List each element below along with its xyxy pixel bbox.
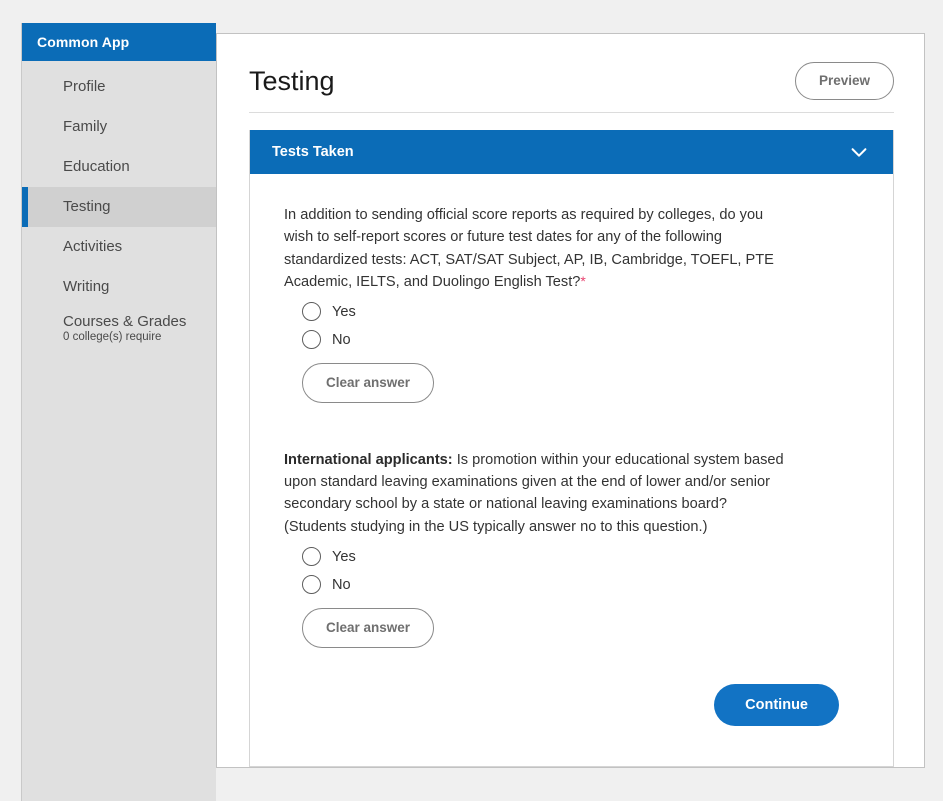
clear-answer-button[interactable]: Clear answer [302, 363, 434, 403]
tests-taken-panel-header[interactable]: Tests Taken [250, 130, 893, 174]
brand-title: Common App [37, 34, 129, 50]
sidebar-item-courses-and-grades[interactable]: Courses & Grades 0 college(s) require [22, 307, 216, 351]
radio-option-label: No [332, 577, 351, 593]
sidebar-item-family[interactable]: Family [22, 107, 216, 147]
page-header: Testing Preview [217, 34, 924, 106]
sidebar: Common App Profile Family Education Test… [21, 23, 216, 801]
question-international-applicants: International applicants: Is promotion w… [284, 449, 859, 648]
question-text: In addition to sending official score re… [284, 204, 789, 293]
panel-footer: Continue [284, 654, 859, 741]
radio-mark[interactable] [302, 330, 321, 349]
radio-mark[interactable] [302, 547, 321, 566]
sidebar-item-label: Courses & Grades [63, 313, 216, 330]
radio-option-label: Yes [332, 304, 356, 320]
question-self-report-scores: In addition to sending official score re… [284, 204, 859, 403]
radio-option-label: No [332, 332, 351, 348]
sidebar-item-testing[interactable]: Testing [22, 187, 216, 227]
continue-button[interactable]: Continue [714, 684, 839, 727]
tests-taken-panel: Tests Taken In addition to sending offic… [249, 130, 894, 767]
header-divider [249, 112, 894, 113]
sidebar-item-label: Profile [63, 78, 216, 95]
radio-option-no[interactable]: No [302, 575, 351, 594]
sidebar-item-sublabel: 0 college(s) require [63, 331, 216, 345]
question-lead-in: International applicants: [284, 452, 453, 468]
radio-mark[interactable] [302, 302, 321, 321]
sidebar-item-profile[interactable]: Profile [22, 67, 216, 107]
chevron-down-icon[interactable] [848, 141, 870, 163]
radio-mark[interactable] [302, 575, 321, 594]
sidebar-item-education[interactable]: Education [22, 147, 216, 187]
radio-option-yes[interactable]: Yes [302, 302, 356, 321]
sidebar-nav-list: Profile Family Education Testing Activit… [22, 61, 216, 351]
sidebar-item-label: Family [63, 118, 216, 135]
preview-button[interactable]: Preview [795, 62, 894, 100]
tests-taken-panel-body: In addition to sending official score re… [250, 174, 893, 766]
content-card: Testing Preview Tests Taken In addition … [216, 33, 925, 768]
question-text: International applicants: Is promotion w… [284, 449, 789, 538]
sidebar-item-writing[interactable]: Writing [22, 267, 216, 307]
radio-option-label: Yes [332, 549, 356, 565]
sidebar-item-label: Writing [63, 278, 216, 295]
sidebar-item-activities[interactable]: Activities [22, 227, 216, 267]
sidebar-item-label: Testing [63, 198, 216, 215]
required-asterisk: * [580, 273, 585, 289]
page-title: Testing [249, 68, 335, 95]
radio-option-yes[interactable]: Yes [302, 547, 356, 566]
radio-option-no[interactable]: No [302, 330, 351, 349]
clear-answer-button[interactable]: Clear answer [302, 608, 434, 648]
sidebar-item-label: Activities [63, 238, 216, 255]
sidebar-item-label: Education [63, 158, 216, 175]
sidebar-brand-header: Common App [22, 23, 216, 61]
question-body: In addition to sending official score re… [284, 207, 774, 290]
app-shell: Common App Profile Family Education Test… [0, 0, 943, 801]
panel-title: Tests Taken [272, 144, 354, 160]
